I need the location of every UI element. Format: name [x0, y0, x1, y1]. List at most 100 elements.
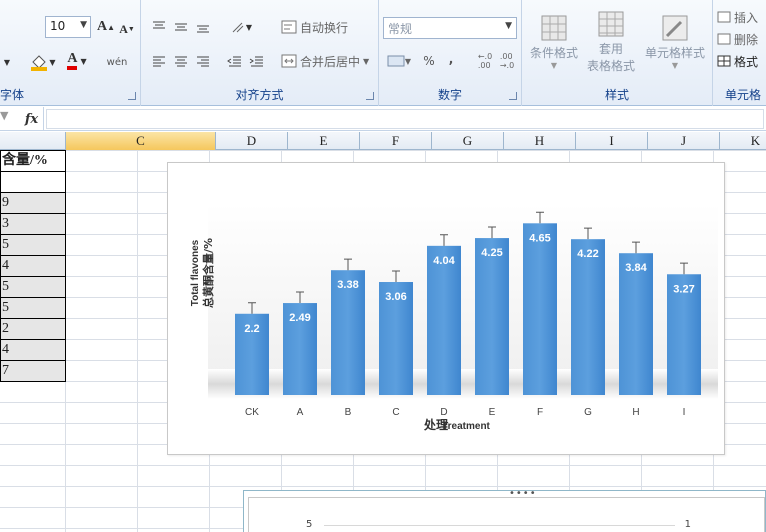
data-label: 3.38: [337, 279, 358, 291]
wrap-text-button[interactable]: 自动换行: [281, 18, 348, 36]
column-header-h[interactable]: H: [504, 132, 576, 150]
grow-font-button[interactable]: A ▲: [96, 17, 116, 37]
secondary-y-tick-label: 1: [684, 519, 691, 530]
column-header-j[interactable]: J: [648, 132, 720, 150]
column-header-k[interactable]: K: [720, 132, 766, 150]
data-label: 2.49: [289, 312, 310, 324]
cell-styles-icon: [662, 15, 688, 41]
format-as-table-button[interactable]: 套用 表格格式: [580, 6, 642, 78]
bar-d[interactable]: [427, 245, 461, 395]
bar-g[interactable]: [571, 239, 605, 395]
data-label: 4.25: [481, 247, 502, 259]
column-header-g[interactable]: G: [432, 132, 504, 150]
data-label: 3.84: [625, 262, 647, 274]
percent-button[interactable]: %: [419, 52, 439, 70]
increase-decimal-icon: ←.0.00: [477, 52, 493, 70]
font-color-button[interactable]: A ▼: [62, 51, 92, 71]
x-tick-label: H: [632, 407, 639, 418]
wrap-text-label: 自动换行: [300, 20, 349, 35]
gridline: [324, 525, 675, 526]
conditional-format-button[interactable]: 条件格式 ▼: [526, 6, 582, 78]
currency-icon: [387, 55, 405, 67]
insert-icon: [717, 11, 731, 23]
styles-group: 条件格式 ▼ 套用 表格格式 单元格样式 ▼ 样式: [522, 0, 713, 106]
format-cells-button[interactable]: 格式: [717, 52, 758, 70]
formula-input[interactable]: [46, 109, 764, 129]
paint-bucket-icon: [31, 55, 48, 71]
comma-button[interactable]: ,: [443, 50, 459, 68]
accounting-format-button[interactable]: ▼: [385, 52, 413, 70]
decrease-indent-button[interactable]: [225, 52, 245, 70]
column-header-e[interactable]: E: [288, 132, 360, 150]
increase-decimal-button[interactable]: ←.0.00: [475, 52, 495, 70]
x-tick-label: D: [440, 407, 447, 418]
phonetic-button[interactable]: wén: [104, 52, 130, 72]
table-cell[interactable]: [0, 172, 66, 193]
table-cell[interactable]: 5: [0, 235, 66, 256]
table-cell[interactable]: 7: [0, 361, 66, 382]
table-cell[interactable]: 4: [0, 256, 66, 277]
align-left-button[interactable]: [149, 52, 169, 70]
bar-h[interactable]: [619, 253, 653, 395]
ribbon: 10 ▼ A ▲ A ▼ ▼ A ▼ wén ▼ 字体 ▼ 自动换行 合并后居中…: [0, 0, 766, 106]
fill-color-button[interactable]: ▼: [30, 52, 56, 72]
column-header-b[interactable]: [0, 132, 66, 150]
bar-chart[interactable]: 2.2 CK 2.49 A 3.38 B 3.06 C 4.04 D 4.25 E 4.65 F 4.22 G…: [167, 162, 725, 455]
format-icon: [717, 55, 731, 67]
x-tick-label: E: [489, 407, 496, 418]
number-format-select[interactable]: 常规 ▼: [383, 17, 517, 39]
align-middle-button[interactable]: [171, 18, 191, 36]
x-tick-label: CK: [245, 407, 259, 418]
bar-e[interactable]: [475, 238, 509, 395]
table-cell[interactable]: 4: [0, 340, 66, 361]
bar-f[interactable]: [523, 223, 557, 395]
cells-group: 插入 删除 格式 单元格: [713, 0, 766, 106]
align-top-button[interactable]: [149, 18, 169, 36]
number-dialog-launcher[interactable]: [509, 92, 517, 100]
table-cell[interactable]: 5: [0, 277, 66, 298]
table-cell[interactable]: 3: [0, 214, 66, 235]
data-label: 4.04: [433, 255, 455, 267]
align-right-icon: [197, 56, 209, 67]
align-center-button[interactable]: [171, 52, 191, 70]
merge-center-button[interactable]: 合并后居中 ▼: [281, 52, 369, 70]
chevron-down-icon: ▼: [80, 20, 87, 30]
alignment-dialog-launcher[interactable]: [366, 92, 374, 100]
align-right-button[interactable]: [193, 52, 213, 70]
data-label: 4.22: [577, 248, 598, 260]
delete-cells-button[interactable]: 删除: [717, 30, 758, 48]
second-chart[interactable]: •••• 5 1: [243, 488, 766, 532]
column-header-i[interactable]: I: [576, 132, 648, 150]
font-group-label: 字体: [0, 88, 25, 102]
x-tick-label: C: [392, 407, 399, 418]
x-tick-label: B: [345, 407, 352, 418]
table-cell[interactable]: 5: [0, 298, 66, 319]
font-left-chevron: ▼: [3, 57, 11, 67]
column-header-f[interactable]: F: [360, 132, 432, 150]
data-column: 含量/% 9 3 5 4 5 5 2 4 7: [0, 150, 66, 382]
increase-indent-button[interactable]: [247, 52, 267, 70]
decrease-decimal-button[interactable]: .00 →.0: [497, 52, 517, 70]
align-bottom-button[interactable]: [193, 18, 213, 36]
insert-function-button[interactable]: fx: [20, 107, 44, 131]
insert-cells-button[interactable]: 插入: [717, 8, 758, 26]
font-color-icon: A: [67, 52, 78, 70]
table-cell[interactable]: 2: [0, 319, 66, 340]
column-header-c[interactable]: C: [66, 132, 216, 150]
cell-styles-button[interactable]: 单元格样式 ▼: [642, 6, 708, 78]
align-center-icon: [175, 56, 187, 67]
column-header-d[interactable]: D: [216, 132, 288, 150]
table-cell[interactable]: 9: [0, 193, 66, 214]
cells-group-label: 单元格: [725, 88, 762, 102]
x-axis-label-en: Treatment: [442, 421, 490, 432]
shrink-font-button[interactable]: A ▼: [118, 19, 136, 39]
number-group: 常规 ▼ ▼ % , ←.0.00 .00 →.0 数字: [379, 0, 522, 106]
align-bottom-icon: [197, 25, 209, 33]
align-middle-icon: [175, 23, 187, 31]
orientation-button[interactable]: ▼: [227, 18, 255, 36]
formula-bar: ▼ fx: [0, 107, 766, 131]
font-size-select[interactable]: 10 ▼: [45, 16, 91, 38]
font-dialog-launcher[interactable]: [128, 92, 136, 100]
name-box-dropdown[interactable]: ▼: [0, 109, 16, 129]
header-cell[interactable]: 含量/%: [0, 150, 66, 172]
